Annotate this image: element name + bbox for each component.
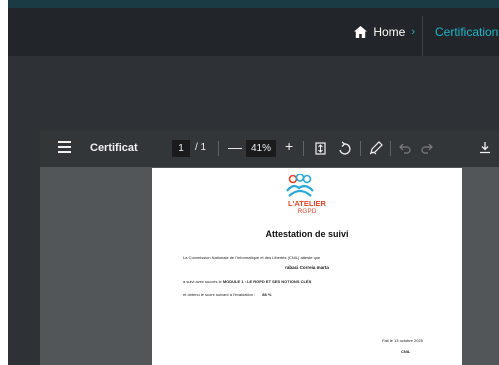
rotate-icon[interactable]	[337, 141, 351, 155]
certificate-title: Attestation de suivi	[265, 229, 349, 239]
page-number-input[interactable]: 1	[172, 140, 190, 157]
score-value: 88 %	[262, 292, 272, 297]
nav-divider	[422, 16, 423, 56]
zoom-in-button[interactable]: +	[285, 138, 293, 154]
redo-icon[interactable]	[421, 142, 433, 154]
annotate-icon[interactable]	[369, 141, 383, 155]
attestation-text: La Commission Nationale de l'Informatiqu…	[183, 255, 321, 260]
zoom-level-input[interactable]: 41%	[246, 140, 276, 157]
page-total: / 1	[195, 142, 207, 153]
menu-icon[interactable]	[58, 141, 71, 153]
download-icon[interactable]	[479, 141, 491, 154]
site-header: Home › Certification	[8, 0, 499, 56]
issue-date: Fait le 13 octobre 2025	[382, 338, 423, 343]
score-line-prefix: et obtenu le score suivant à l'évaluatio…	[183, 292, 256, 297]
brand-subtitle: RGPD	[297, 208, 317, 215]
pdf-toolbar: Certificat 1 / 1 — 41% +	[40, 130, 499, 167]
atelier-rgpd-logo-icon	[286, 174, 314, 197]
module-line: a suivi avec succès le MODULE 1 : LE RGP…	[183, 279, 311, 284]
module-line-prefix: a suivi avec succès le	[183, 279, 222, 284]
toolbar-divider	[218, 141, 219, 156]
fit-page-icon[interactable]	[315, 142, 326, 155]
brand-name: L'ATELIER	[288, 199, 326, 208]
module-name: MODULE 1 : LE RGPD ET SES NOTIONS CLÉS	[222, 279, 312, 284]
breadcrumb-home[interactable]: Home ›	[354, 22, 415, 42]
document-title: Certificat	[90, 142, 138, 154]
pdf-page: L'ATELIER RGPD Attestation de suivi La C…	[152, 168, 462, 365]
toolbar-divider	[390, 141, 391, 156]
breadcrumb-home-label: Home	[373, 25, 406, 39]
signatory: CNIL	[401, 349, 411, 354]
browser-content: Home › Certification Certificat 1 / 1 — …	[8, 0, 499, 365]
nav-certification[interactable]: Certification	[435, 22, 498, 42]
score-line: et obtenu le score suivant à l'évaluatio…	[183, 292, 271, 297]
zoom-out-button[interactable]: —	[228, 139, 242, 155]
undo-icon[interactable]	[399, 142, 411, 154]
toolbar-divider	[303, 141, 304, 156]
breadcrumb-chevron-icon: ›	[411, 26, 415, 38]
recipient-name: rabaci Correia marta	[285, 265, 329, 270]
pdf-viewer: Certificat 1 / 1 — 41% + L'ATELIER RGPD …	[40, 130, 499, 365]
home-icon	[354, 26, 368, 38]
toolbar-divider	[360, 141, 361, 156]
